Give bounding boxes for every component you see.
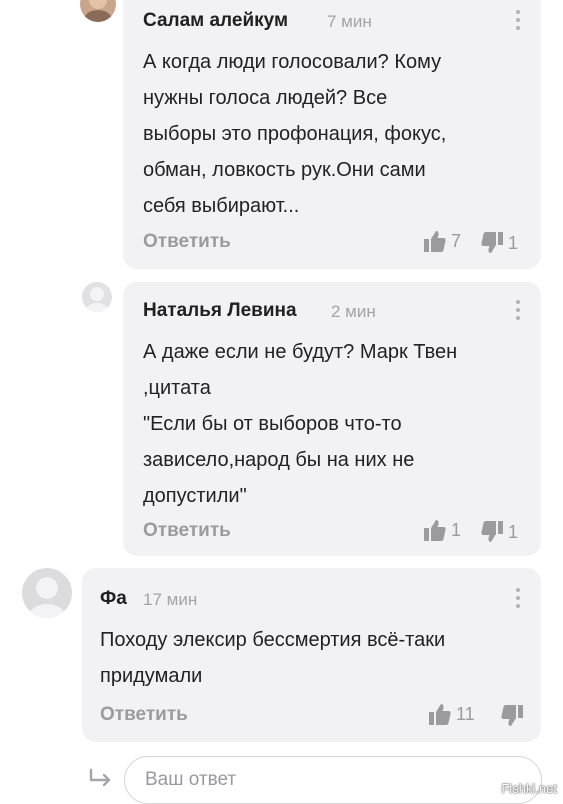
dislike-button[interactable]: [500, 704, 528, 728]
thumbs-down-icon: [481, 521, 503, 542]
dislike-count: 1: [508, 232, 519, 253]
user-avatar[interactable]: [82, 282, 112, 312]
comment-text: Походу элексир бессмертия всё-таки приду…: [100, 629, 446, 687]
thumbs-down-icon: [501, 705, 523, 726]
reply-button[interactable]: Ответить: [143, 520, 231, 542]
like-button[interactable]: 1: [423, 518, 461, 542]
user-avatar[interactable]: [80, 0, 116, 22]
reply-button[interactable]: Ответить: [143, 231, 231, 253]
reply-button[interactable]: Ответить: [100, 704, 188, 726]
comment-time: 2 мин: [331, 302, 376, 321]
reply-input[interactable]: [124, 756, 542, 804]
comment-author[interactable]: Салам алейкум: [143, 10, 288, 32]
comment-text: А даже если не будут? Марк Твен ,цитата …: [143, 341, 458, 507]
comment-card: Наталья Левина 2 мин А даже если не буду…: [123, 282, 541, 556]
like-button[interactable]: 7: [423, 229, 461, 253]
dislike-count: 1: [508, 521, 519, 542]
thumbs-up-icon: [424, 520, 446, 541]
comment-text: А когда люди голосовали? Кому нужны голо…: [143, 51, 447, 217]
default-avatar-icon: [85, 287, 109, 312]
like-count: 11: [456, 703, 475, 724]
like-count: 7: [451, 230, 462, 251]
comment-author[interactable]: Наталья Левина: [143, 300, 297, 322]
comment-author[interactable]: Фа: [100, 588, 127, 610]
dislike-button[interactable]: 1: [480, 520, 518, 544]
comment-time: 7 мин: [327, 12, 372, 31]
more-vertical-icon[interactable]: [513, 588, 523, 610]
reply-arrow-icon: [89, 768, 111, 787]
thumbs-up-icon: [429, 704, 451, 725]
comment-card: Фа 17 мин Походу элексир бессмертия всё-…: [82, 568, 541, 742]
thumbs-up-icon: [424, 231, 446, 252]
dislike-button[interactable]: 1: [480, 231, 518, 255]
default-avatar-icon: [28, 577, 66, 618]
more-vertical-icon[interactable]: [513, 10, 523, 32]
watermark-logo: Fishki.net: [501, 781, 557, 796]
more-vertical-icon[interactable]: [513, 300, 523, 322]
comment-time: 17 мин: [143, 590, 198, 609]
avatar-photo-icon: [80, 0, 116, 22]
like-button[interactable]: 11: [428, 702, 475, 726]
comment-card: Салам алейкум 7 мин А когда люди голосов…: [123, 0, 541, 269]
user-avatar[interactable]: [22, 568, 72, 618]
like-count: 1: [451, 519, 462, 540]
thumbs-down-icon: [481, 232, 503, 253]
